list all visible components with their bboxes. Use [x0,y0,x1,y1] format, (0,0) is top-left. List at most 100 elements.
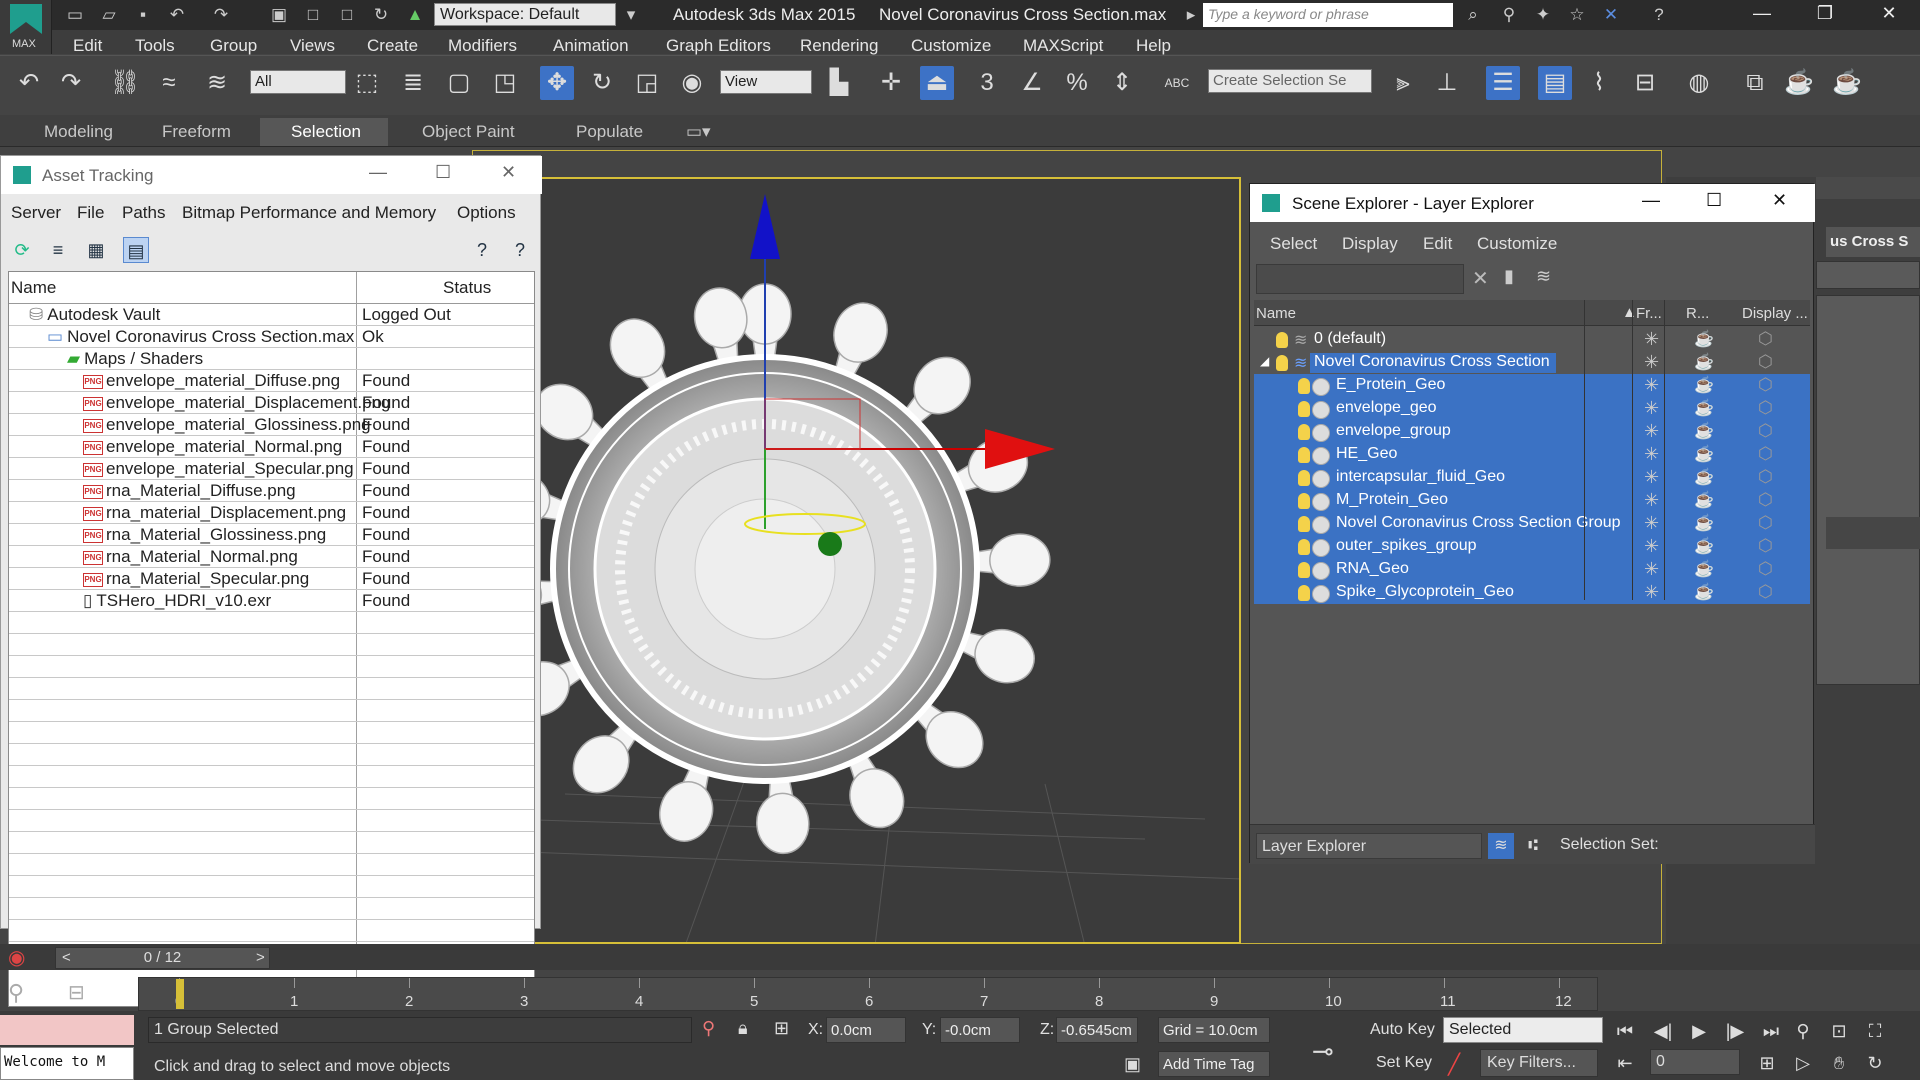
maxscript-listener-field[interactable] [0,1015,134,1045]
table-row[interactable]: PNG envelope_material_Normal.png Found [9,436,534,458]
add-time-tag-button[interactable]: Add Time Tag [1158,1051,1270,1077]
menu-group[interactable]: Group [210,36,257,56]
sort-by-hierarchy-icon[interactable]: ⑆ [1520,833,1546,859]
pan-view-icon[interactable]: ✋︎ [1826,1050,1852,1076]
info-center-arrow-icon[interactable]: ▸ [1180,4,1202,26]
undo-icon[interactable]: ↶ [12,66,46,100]
display-mode-icon[interactable]: ⬡ [1758,490,1773,510]
visibility-bulb-icon[interactable] [1298,562,1310,578]
asset-menu-file[interactable]: File [77,203,104,223]
object-name-field[interactable]: us Cross S [1826,227,1920,257]
visibility-bulb-icon[interactable] [1298,470,1310,486]
isolate-selection-icon[interactable]: ⚲ [702,1018,715,1039]
command-panel-tabs[interactable] [1816,177,1920,199]
pivot-center-icon[interactable]: ▙ [822,66,856,100]
asset-menu-server[interactable]: Server [11,203,61,223]
display-mode-icon[interactable]: ⬡ [1758,559,1773,579]
menu-customize[interactable]: Customize [911,36,991,56]
freeze-icon[interactable]: ✳ [1644,352,1659,373]
render-production-icon[interactable]: ☕ [1830,66,1864,100]
select-and-move-icon[interactable]: ✥ [540,66,574,100]
menu-graph-editors[interactable]: Graph Editors [666,36,771,56]
select-and-scale-icon[interactable]: ◲ [630,66,664,100]
freeze-icon[interactable]: ✳ [1644,582,1659,603]
select-and-link-icon[interactable]: ⛓ [108,66,142,100]
scene-menu-display[interactable]: Display [1342,234,1398,254]
scene-row[interactable]: Novel Coronavirus Cross Section Group ✳ ☕ ⬡ [1254,512,1810,535]
communication-icon[interactable]: ✦ [1532,4,1554,26]
renderable-teapot-icon[interactable]: ☕ [1694,513,1714,533]
visibility-bulb-icon[interactable] [1298,424,1310,440]
visibility-bulb-icon[interactable] [1298,516,1310,532]
scene-row[interactable]: envelope_group ✳ ☕ ⬡ [1254,420,1810,443]
tab-selection[interactable]: Selection [291,122,361,142]
renderable-teapot-icon[interactable]: ☕ [1694,352,1714,372]
tab-populate[interactable]: Populate [576,122,643,142]
project-folder-icon[interactable]: ▣ [268,4,290,26]
restore-window-button[interactable]: ❐ [1802,3,1848,27]
snaps-toggle-icon[interactable]: 3 [970,66,1004,100]
context-help-icon[interactable]: ? [507,237,533,263]
freeze-icon[interactable]: ✳ [1644,559,1659,580]
new-file-icon[interactable]: ▭ [64,4,86,26]
toggle-scene-explorer-icon[interactable]: ☰ [1486,66,1520,100]
play-icon[interactable]: ▶ [1686,1018,1712,1044]
asset-menu-bitmap-performance[interactable]: Bitmap Performance and Memory [182,203,436,223]
freeze-icon[interactable]: ✳ [1644,467,1659,488]
fetch-icon[interactable]: □ [336,4,358,26]
reference-coordinate-dropdown[interactable]: View [720,70,812,94]
zoom-extents-icon[interactable]: ⊡ [1826,1018,1852,1044]
reset-icon[interactable]: ↻ [370,4,392,26]
selection-filter-dropdown[interactable]: All [250,70,346,94]
rendered-frame-window-icon[interactable]: ☕ [1782,66,1816,100]
table-row[interactable]: PNG rna_Material_Diffuse.png Found [9,480,534,502]
scene-menu-edit[interactable]: Edit [1423,234,1452,254]
maximize-icon[interactable]: ☐ [1706,190,1722,211]
asset-menu-options[interactable]: Options [457,203,516,223]
menu-edit[interactable]: Edit [73,36,102,56]
modifier-list-dropdown[interactable] [1816,261,1920,289]
column-render[interactable]: R... [1686,305,1709,322]
minimize-window-button[interactable]: — [1739,3,1785,27]
undo-icon[interactable]: ↶ [166,4,188,26]
column-freeze[interactable]: Fr... [1636,305,1662,322]
renderable-teapot-icon[interactable]: ☕ [1694,329,1714,349]
perspective-viewport[interactable] [443,177,1241,944]
freeze-icon[interactable]: ✳ [1644,329,1659,350]
table-row[interactable]: PNG envelope_material_Specular.png Found [9,458,534,480]
time-config-icon[interactable]: ⊞ [1754,1050,1780,1076]
scene-row[interactable]: E_Protein_Geo ✳ ☕ ⬡ [1254,374,1810,397]
display-mode-icon[interactable]: ⬡ [1758,536,1773,556]
display-mode-icon[interactable]: ⬡ [1758,329,1773,349]
table-row[interactable]: ▭ Novel Coronavirus Cross Section.max Ok [9,326,534,348]
tab-freeform[interactable]: Freeform [162,122,231,142]
freeze-icon[interactable]: ✳ [1644,398,1659,419]
select-manipulate-icon[interactable]: ✛ [874,66,908,100]
maximize-icon[interactable]: ☐ [435,162,451,183]
favorites-icon[interactable]: ☆ [1566,4,1588,26]
redo-icon[interactable]: ↷ [210,4,232,26]
timeline-ruler[interactable]: 0123456789101112 [138,977,1598,1011]
scene-row[interactable]: ≋ 0 (default) ✳ ☕ ⬡ [1254,328,1810,351]
renderable-teapot-icon[interactable]: ☕ [1694,582,1714,602]
bind-to-space-warp-icon[interactable]: ≋ [200,66,234,100]
close-icon[interactable]: ✕ [1772,190,1787,211]
slider-next-icon[interactable]: > [256,948,265,968]
current-time-marker[interactable] [176,979,184,1009]
expand-toggle-icon[interactable]: ◢ [1260,354,1269,368]
table-row[interactable]: PNG rna_Material_Glossiness.png Found [9,524,534,546]
key-pencil-icon[interactable]: ╱ [1448,1052,1460,1077]
freeze-icon[interactable]: ✳ [1644,421,1659,442]
ribbon-options-icon[interactable]: ▭▾ [686,122,711,142]
orbit-icon[interactable]: ↻ [1862,1050,1888,1076]
renderable-teapot-icon[interactable]: ☕ [1694,375,1714,395]
spinner-snap-icon[interactable]: ⇕ [1105,66,1139,100]
render-setup-icon[interactable]: ⧉ [1738,66,1772,100]
scene-menu-customize[interactable]: Customize [1477,234,1557,254]
named-selection-set-dropdown[interactable]: Create Selection Se [1208,69,1372,93]
workspace-menu-icon[interactable]: ▾ [620,4,642,26]
table-row[interactable]: PNG rna_Material_Specular.png Found [9,568,534,590]
sort-by-layer-icon[interactable]: ≋ [1488,833,1514,859]
redo-icon[interactable]: ↷ [54,66,88,100]
visibility-bulb-icon[interactable] [1276,332,1288,348]
